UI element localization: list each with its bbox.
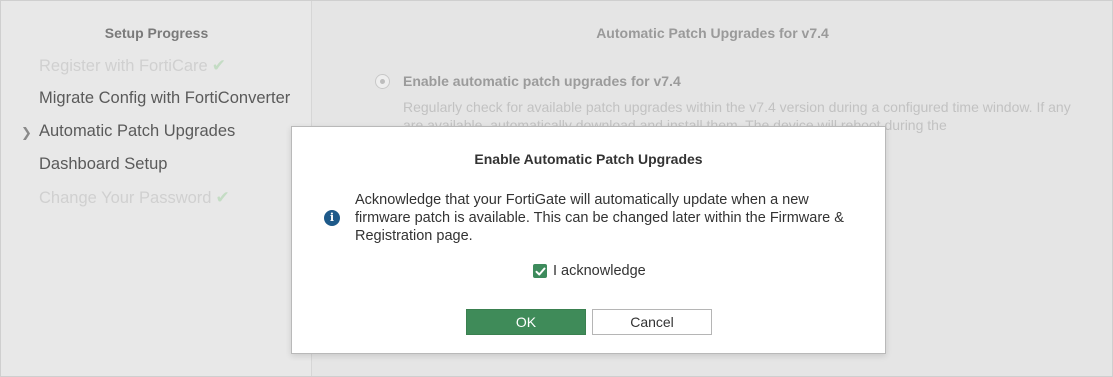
step-dashboard-setup[interactable]: Dashboard Setup	[39, 155, 167, 174]
step-register-forticare[interactable]: Register with FortiCare ✔	[39, 56, 226, 76]
step-migrate-config[interactable]: Migrate Config with FortiConverter	[39, 89, 290, 108]
step-label: Register with FortiCare	[39, 56, 208, 75]
enable-upgrades-radio[interactable]	[375, 74, 390, 89]
dialog-title: Enable Automatic Patch Upgrades	[474, 151, 703, 167]
ok-button[interactable]: OK	[466, 309, 586, 335]
checkmark-icon	[535, 267, 545, 275]
info-icon: i	[324, 210, 340, 226]
enable-patch-upgrades-dialog: Enable Automatic Patch Upgrades i Acknow…	[291, 126, 886, 354]
step-label: Migrate Config with FortiConverter	[39, 89, 291, 107]
acknowledge-label: I acknowledge	[553, 263, 646, 279]
page-title: Automatic Patch Upgrades for v7.4	[596, 25, 829, 41]
dialog-message: Acknowledge that your FortiGate will aut…	[355, 192, 844, 244]
sidebar-title: Setup Progress	[104, 25, 209, 41]
checkmark-icon: ✔	[211, 56, 226, 75]
step-label: Dashboard Setup	[39, 155, 168, 173]
acknowledge-checkbox-row[interactable]: I acknowledge	[533, 263, 646, 279]
step-automatic-patch-upgrades[interactable]: Automatic Patch Upgrades	[39, 122, 235, 141]
chevron-right-icon: ❯	[21, 125, 32, 140]
cancel-button[interactable]: Cancel	[592, 309, 712, 335]
step-label: Automatic Patch Upgrades	[39, 122, 236, 140]
enable-upgrades-label: Enable automatic patch upgrades for v7.4	[403, 73, 681, 89]
checkmark-icon: ✔	[215, 188, 230, 207]
step-change-password[interactable]: Change Your Password ✔	[39, 188, 230, 208]
acknowledge-checkbox[interactable]	[533, 264, 547, 278]
setup-progress-sidebar: Setup Progress Register with FortiCare ✔…	[1, 1, 312, 376]
step-label: Change Your Password	[39, 188, 212, 207]
